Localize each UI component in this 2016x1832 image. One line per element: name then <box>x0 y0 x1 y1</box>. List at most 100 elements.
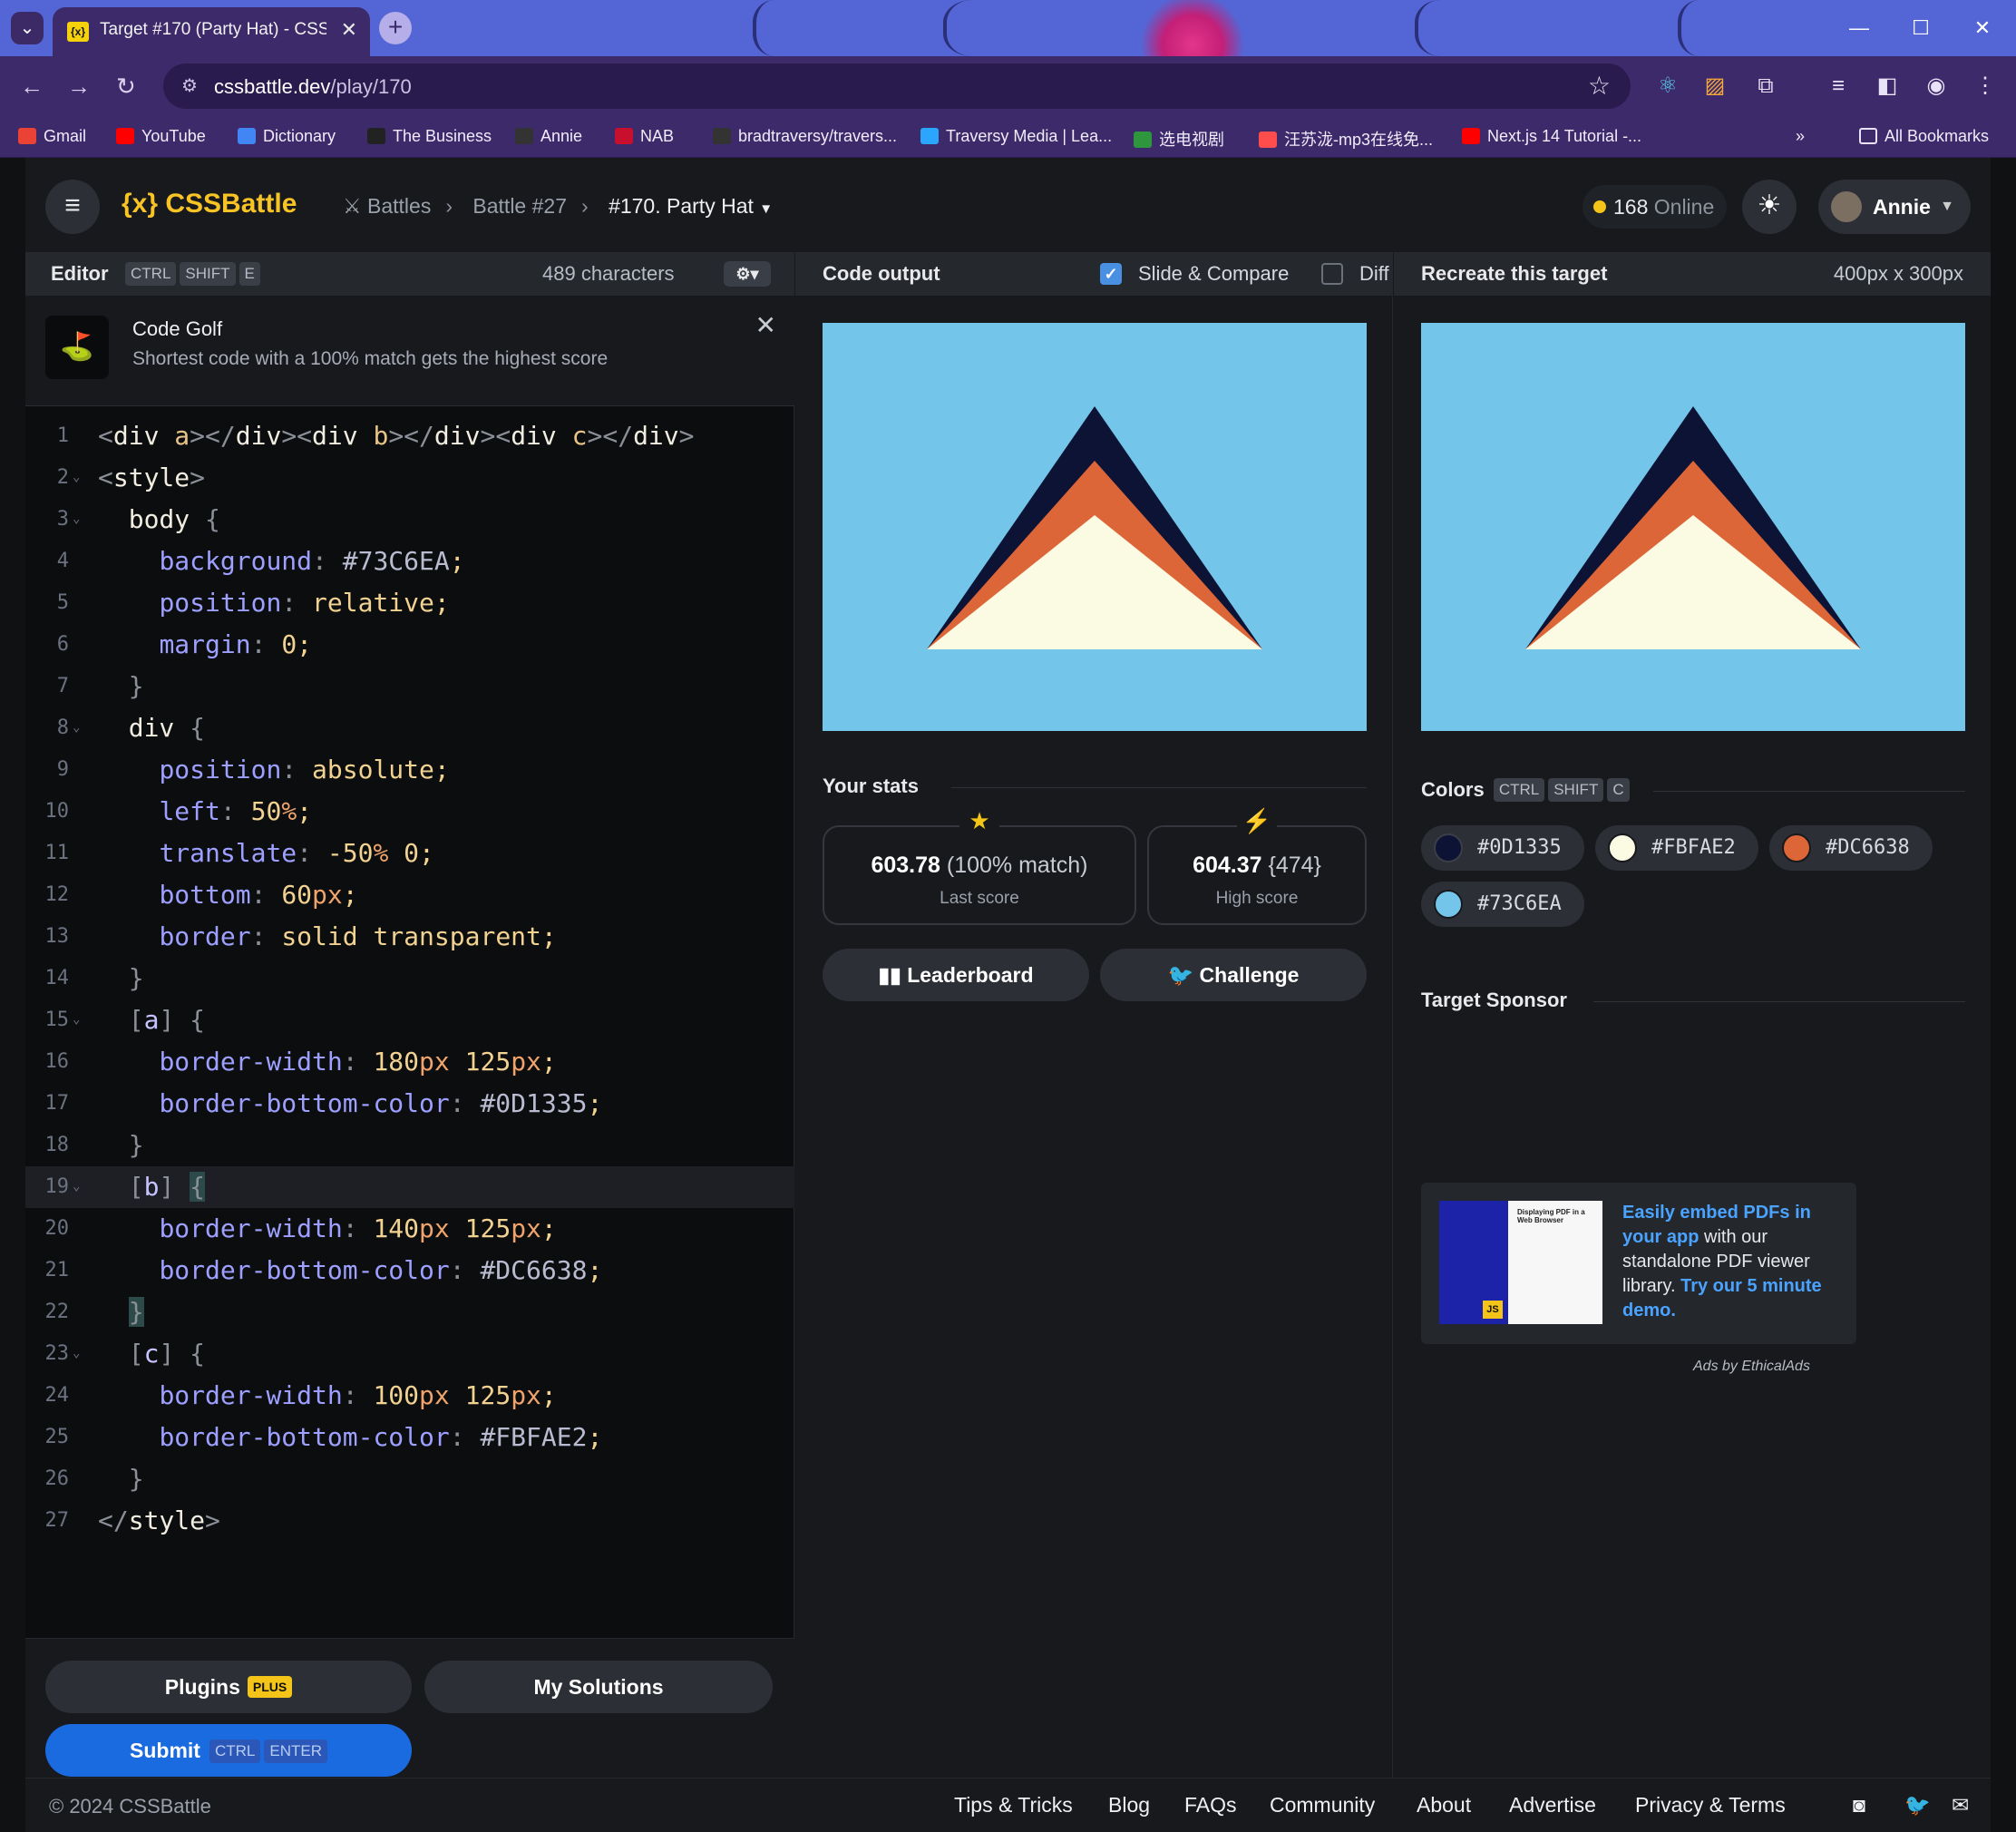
target-canvas[interactable] <box>1421 323 1965 731</box>
back-arrow-icon[interactable]: ← <box>20 73 44 101</box>
extensions-puzzle-icon[interactable]: ⧉ <box>1752 73 1779 100</box>
output-canvas[interactable] <box>823 323 1367 731</box>
breadcrumb-battle[interactable]: Battle #27 <box>472 194 567 218</box>
media-control-icon[interactable]: ≡ <box>1825 73 1852 100</box>
close-icon[interactable]: ✕ <box>755 310 776 340</box>
color-chip[interactable]: #0D1335 <box>1421 825 1584 871</box>
code-line-active[interactable]: 19 ⌄ [b] { <box>25 1166 794 1208</box>
settings-gear-icon[interactable]: ⚙▾ <box>724 261 771 287</box>
slide-compare-checkbox[interactable]: ✓ <box>1100 263 1122 285</box>
code-line[interactable]: 7 } <box>25 666 794 707</box>
bookmark-item[interactable]: 汪苏泷-mp3在线免... <box>1259 127 1433 151</box>
side-panel-icon[interactable]: ◧ <box>1874 73 1901 100</box>
twitter-icon[interactable]: 🐦 <box>1904 1793 1931 1817</box>
code-line[interactable]: 6 margin: 0; <box>25 624 794 666</box>
browser-tab-active[interactable]: {x} Target #170 (Party Hat) - CSSBattle … <box>53 7 370 56</box>
theme-toggle-sun-icon[interactable]: ☀ <box>1742 180 1797 234</box>
bookmark-item[interactable]: The Business <box>367 127 492 146</box>
react-devtools-icon[interactable]: ⚛ <box>1654 73 1681 100</box>
bookmark-item[interactable]: bradtraversy/travers... <box>713 127 897 146</box>
code-line[interactable]: 8 ⌄ div { <box>25 707 794 749</box>
code-line[interactable]: 18 } <box>25 1125 794 1166</box>
chevron-down-icon[interactable]: ▼ <box>759 201 773 217</box>
tab-search-button[interactable]: ⌄ <box>11 12 44 44</box>
bookmark-item[interactable]: 选电视剧 <box>1134 127 1224 151</box>
menu-hamburger-icon[interactable]: ≡ <box>45 180 100 234</box>
code-line[interactable]: 25 border-bottom-color: #FBFAE2; <box>25 1417 794 1458</box>
minimize-button[interactable]: — <box>1829 9 1889 47</box>
code-line[interactable]: 1 <div a></div><div b></div><div c></div> <box>25 415 794 457</box>
ads-by-ethicalads[interactable]: Ads by EthicalAds <box>1693 1359 1810 1375</box>
new-tab-button[interactable]: + <box>379 12 412 44</box>
bookmark-item[interactable]: Dictionary <box>238 127 336 146</box>
browser-menu-icon[interactable]: ⋮ <box>1972 73 1999 100</box>
code-line[interactable]: 13 border: solid transparent; <box>25 916 794 958</box>
code-line[interactable]: 23 ⌄ [c] { <box>25 1333 794 1375</box>
footer-link[interactable]: Community <box>1270 1793 1375 1817</box>
diff-checkbox[interactable] <box>1321 263 1343 285</box>
code-line[interactable]: 2 ⌄ <style> <box>25 457 794 499</box>
bookmark-item[interactable]: YouTube <box>116 127 206 146</box>
code-line[interactable]: 21 border-bottom-color: #DC6638; <box>25 1250 794 1291</box>
leaderboard-button[interactable]: ▮▮ Leaderboard <box>823 949 1089 1001</box>
discord-icon[interactable]: ◙ <box>1853 1793 1865 1817</box>
code-line[interactable]: 4 background: #73C6EA; <box>25 541 794 582</box>
bookmark-item[interactable]: Traversy Media | Lea... <box>920 127 1112 146</box>
site-info-icon[interactable]: ⚙ <box>181 74 198 97</box>
bookmark-item[interactable]: Next.js 14 Tutorial -... <box>1462 127 1641 146</box>
code-line[interactable]: 16 border-width: 180px 125px; <box>25 1041 794 1083</box>
reload-icon[interactable]: ↻ <box>116 73 136 101</box>
ad-text: Easily embed PDFs in your app with our s… <box>1622 1203 1822 1320</box>
color-chip[interactable]: #DC6638 <box>1769 825 1933 871</box>
code-line[interactable]: 17 border-bottom-color: #0D1335; <box>25 1083 794 1125</box>
extension-icon[interactable]: ▨ <box>1701 73 1729 100</box>
code-line[interactable]: 9 position: absolute; <box>25 749 794 791</box>
forward-arrow-icon[interactable]: → <box>67 73 91 101</box>
url-text[interactable]: cssbattle.dev/play/170 <box>214 75 412 99</box>
footer-link[interactable]: FAQs <box>1184 1793 1237 1817</box>
color-chip[interactable]: #FBFAE2 <box>1595 825 1758 871</box>
plugins-button[interactable]: Plugins PLUS <box>45 1661 412 1713</box>
color-chip[interactable]: #73C6EA <box>1421 882 1584 927</box>
my-solutions-button[interactable]: My Solutions <box>424 1661 773 1713</box>
code-line[interactable]: 20 border-width: 140px 125px; <box>25 1208 794 1250</box>
footer-link[interactable]: Privacy & Terms <box>1635 1793 1786 1817</box>
breadcrumb-target[interactable]: #170. Party Hat <box>609 194 754 218</box>
code-line[interactable]: 26 } <box>25 1458 794 1500</box>
footer-link[interactable]: About <box>1417 1793 1471 1817</box>
tab-close-icon[interactable]: ✕ <box>341 18 357 42</box>
user-menu[interactable]: Annie ▼ <box>1818 180 1971 234</box>
bookmark-item[interactable]: NAB <box>615 127 674 146</box>
code-line[interactable]: 14 } <box>25 958 794 999</box>
bookmark-star-icon[interactable]: ☆ <box>1588 71 1611 101</box>
bookmarks-overflow-icon[interactable]: » <box>1796 127 1805 146</box>
footer-link[interactable]: Blog <box>1108 1793 1150 1817</box>
code-line[interactable]: 24 border-width: 100px 125px; <box>25 1375 794 1417</box>
maximize-button[interactable]: ☐ <box>1891 9 1951 47</box>
submit-button[interactable]: Submit CTRL ENTER <box>45 1724 412 1777</box>
diff-label: Diff <box>1359 262 1389 285</box>
close-window-button[interactable]: ✕ <box>1953 9 2012 47</box>
code-line[interactable]: 12 bottom: 60px; <box>25 874 794 916</box>
code-line[interactable]: 3 ⌄ body { <box>25 499 794 541</box>
code-line[interactable]: 22 } <box>25 1291 794 1333</box>
code-line[interactable]: 27 </style> <box>25 1500 794 1542</box>
ad-image[interactable]: JS Displaying PDF in a Web Browser <box>1439 1201 1602 1324</box>
challenge-button[interactable]: 🐦 Challenge <box>1100 949 1367 1001</box>
footer-link[interactable]: Tips & Tricks <box>954 1793 1073 1817</box>
all-bookmarks[interactable]: All Bookmarks <box>1859 127 1989 146</box>
sponsor-ad[interactable]: JS Displaying PDF in a Web Browser Easil… <box>1421 1183 1856 1344</box>
footer-link[interactable]: Advertise <box>1509 1793 1596 1817</box>
cssbattle-logo[interactable]: {x} CSSBattle <box>122 189 297 219</box>
code-line[interactable]: 11 translate: -50% 0; <box>25 833 794 874</box>
omnibox[interactable]: ⚙ cssbattle.dev/play/170 ☆ <box>163 63 1631 109</box>
code-line[interactable]: 10 left: 50%; <box>25 791 794 833</box>
code-line[interactable]: 15 ⌄ [a] { <box>25 999 794 1041</box>
profile-avatar-icon[interactable]: ◉ <box>1923 73 1950 100</box>
breadcrumb-battles[interactable]: Battles <box>367 194 431 218</box>
code-line[interactable]: 5 position: relative; <box>25 582 794 624</box>
bookmark-item[interactable]: Annie <box>515 127 582 146</box>
mail-icon[interactable]: ✉ <box>1952 1793 1969 1817</box>
bar-chart-icon: ▮▮ <box>878 963 908 987</box>
bookmark-item[interactable]: Gmail <box>18 127 86 146</box>
